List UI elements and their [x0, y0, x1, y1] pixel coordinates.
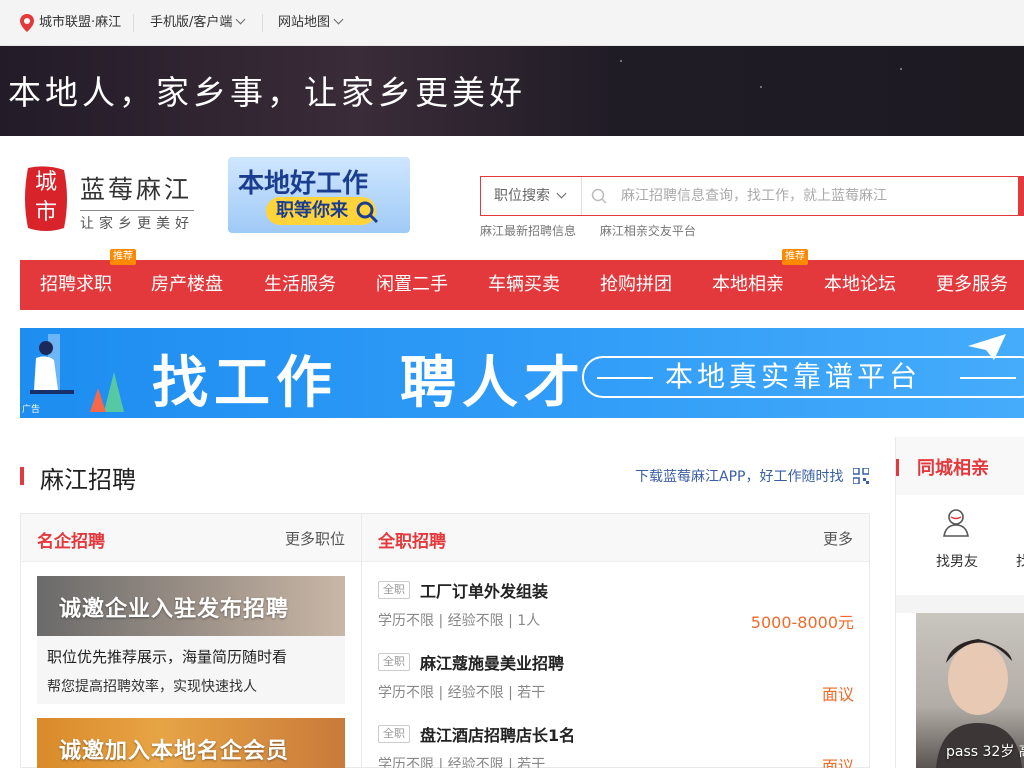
nav-item-life-services[interactable]: 生活服务 [264, 260, 336, 310]
sidebar-title: 同城相亲 [917, 458, 989, 479]
panel-header: 全职招聘 更多 [362, 514, 869, 562]
job-title: 工厂订单外发组装 [420, 582, 549, 601]
magnifier-icon [356, 201, 379, 224]
search-category-select[interactable]: 职位搜索 [481, 177, 582, 215]
male-user-icon[interactable] [942, 507, 970, 537]
job-item[interactable]: 全职 麻江蔻施曼美业招聘 学历不限 | 经验不限 | 若干 面议 [378, 646, 854, 710]
paper-plane-icon [968, 334, 1006, 360]
promo-line-2: 帮您提高招聘效率，实现快速找人 [47, 679, 257, 695]
site-name: 蓝莓麻江 [80, 175, 193, 204]
decor-line [960, 377, 1016, 379]
star-decoration [620, 60, 622, 62]
nav-item-group-buy[interactable]: 抢购拼团 [600, 260, 672, 310]
decor-line [597, 377, 653, 379]
job-item[interactable]: 全职 盘江酒店招聘店长1名 学历不限 | 经验不限 | 若干 面议 [378, 718, 854, 768]
logo-text: 城市 [34, 170, 57, 225]
nav-item-forum[interactable]: 本地论坛 [824, 260, 896, 310]
job-salary: 5000-8000元 [750, 613, 854, 632]
ad-label: 广告 [22, 405, 41, 415]
person-laptop-illustration [30, 334, 124, 412]
banner-slogan: 本地人，家乡事，让家乡更美好 [8, 73, 526, 112]
search-input[interactable] [621, 181, 1011, 211]
site-logo[interactable]: 城市 [22, 164, 70, 234]
city-switch-link[interactable]: 城市联盟·麻江 [39, 0, 121, 46]
slogan-banner: 本地人，家乡事，让家乡更美好 [0, 46, 1024, 136]
more-link[interactable]: 更多 [823, 528, 853, 549]
top-bar: 城市联盟·麻江 手机版/客户端 网站地图 [0, 0, 1024, 46]
nav-item-more[interactable]: 更多服务 [936, 260, 1008, 310]
search-button[interactable] [1018, 176, 1024, 216]
recruit-banner-ad[interactable]: 找工作 聘人才 本地真实靠谱平台 广告 [20, 328, 1024, 418]
nav-item-second-hand[interactable]: 闲置二手 [376, 260, 448, 310]
job-meta: 学历不限 | 经验不限 | 若干 [378, 757, 546, 768]
famous-company-panel: 名企招聘 更多职位 诚邀企业入驻发布招聘 职位优先推荐展示，海量简历随时看 帮您… [20, 513, 362, 768]
dating-sidebar: 同城相亲 找男友 找 pass 32岁 高 [895, 437, 1024, 768]
job-salary: 面议 [821, 757, 854, 768]
hot-search-links: 麻江最新招聘信息 麻江相亲交友平台 [480, 222, 716, 239]
job-meta: 学历不限 | 经验不限 | 若干 [378, 685, 546, 701]
sitemap-label: 网站地图 [278, 15, 331, 30]
profile-caption: pass 32岁 高 [946, 744, 1024, 760]
divider [133, 14, 134, 32]
enterprise-join-banner[interactable]: 诚邀企业入驻发布招聘 [37, 576, 345, 636]
site-tagline: 让家乡更美好 [80, 210, 194, 233]
find-boyfriend-link[interactable]: 找男友 [936, 551, 978, 571]
download-app-link[interactable]: 下载蓝莓麻江APP，好工作随时找 [635, 466, 843, 486]
section-marker [896, 459, 899, 476]
search-icon [591, 188, 607, 204]
recommend-badge: 推荐 [110, 249, 136, 265]
qr-code-icon[interactable] [853, 468, 869, 484]
star-decoration [900, 68, 902, 70]
sidebar-header: 同城相亲 [896, 437, 1024, 495]
search-category-label: 职位搜索 [494, 188, 550, 204]
job-type-badge: 全职 [378, 653, 410, 671]
divider [262, 14, 263, 32]
mobile-version-label: 手机版/客户端 [150, 15, 233, 30]
promo-line-1: 职位优先推荐展示，海量简历随时看 [47, 648, 288, 666]
jobs-promo-ad[interactable]: 本地好工作 职等你来 [228, 157, 410, 233]
nav-item-vehicles[interactable]: 车辆买卖 [488, 260, 560, 310]
enterprise-join-card[interactable]: 职位优先推荐展示，海量简历随时看 帮您提高招聘效率，实现快速找人 [37, 636, 345, 704]
nav-label: 本地相亲 [712, 274, 784, 295]
nav-item-jobs[interactable]: 招聘求职 推荐 [40, 249, 136, 310]
nav-item-dating[interactable]: 本地相亲 推荐 [712, 249, 808, 310]
chevron-down-icon [333, 14, 344, 25]
star-decoration [760, 86, 762, 88]
nav-item-housing[interactable]: 房产楼盘 [151, 260, 223, 310]
job-title: 盘江酒店招聘店长1名 [420, 726, 576, 745]
main-nav: 招聘求职 推荐 房产楼盘 生活服务 闲置二手 车辆买卖 抢购拼团 本地相亲 推荐 本… [20, 249, 1024, 310]
sitemap-link[interactable]: 网站地图 [278, 0, 344, 46]
find-girlfriend-link[interactable]: 找 [1016, 551, 1024, 571]
section-title: 麻江招聘 [40, 466, 136, 494]
job-salary: 面议 [821, 685, 854, 704]
section-marker [20, 467, 24, 485]
more-jobs-link[interactable]: 更多职位 [285, 528, 345, 549]
member-profile-card[interactable]: pass 32岁 高 [916, 613, 1024, 768]
chevron-down-icon [556, 188, 567, 199]
sidebar-spacer [896, 595, 1024, 613]
ad-headline: 本地好工作 [238, 169, 369, 199]
recruit-subline: 本地真实靠谱平台 [665, 360, 922, 393]
job-type-badge: 全职 [378, 581, 410, 599]
job-title: 麻江蔻施曼美业招聘 [420, 654, 565, 673]
panel-title: 全职招聘 [378, 532, 446, 552]
job-type-badge: 全职 [378, 725, 410, 743]
panel-header: 名企招聘 更多职位 [21, 514, 361, 562]
chevron-down-icon [235, 14, 246, 25]
promo-image-text: 诚邀企业入驻发布招聘 [59, 597, 290, 622]
mobile-version-link[interactable]: 手机版/客户端 [150, 0, 246, 46]
search-bar: 职位搜索 [480, 176, 1024, 216]
fulltime-jobs-panel: 全职招聘 更多 全职 工厂订单外发组装 学历不限 | 经验不限 | 1人 500… [361, 513, 870, 768]
panel-title: 名企招聘 [37, 532, 105, 552]
promo-image-text: 诚邀加入本地名企会员 [59, 739, 290, 764]
job-item[interactable]: 全职 工厂订单外发组装 学历不限 | 经验不限 | 1人 5000-8000元 [378, 574, 854, 638]
hot-link-jobs[interactable]: 麻江最新招聘信息 [480, 224, 576, 238]
member-join-banner[interactable]: 诚邀加入本地名企会员 [37, 718, 345, 768]
job-meta: 学历不限 | 经验不限 | 1人 [378, 613, 541, 629]
location-pin-icon [20, 14, 34, 32]
recommend-badge: 推荐 [782, 249, 808, 265]
hot-link-dating[interactable]: 麻江相亲交友平台 [600, 224, 696, 238]
recruit-headline: 找工作 聘人才 [152, 351, 586, 416]
nav-label: 招聘求职 [40, 274, 112, 295]
